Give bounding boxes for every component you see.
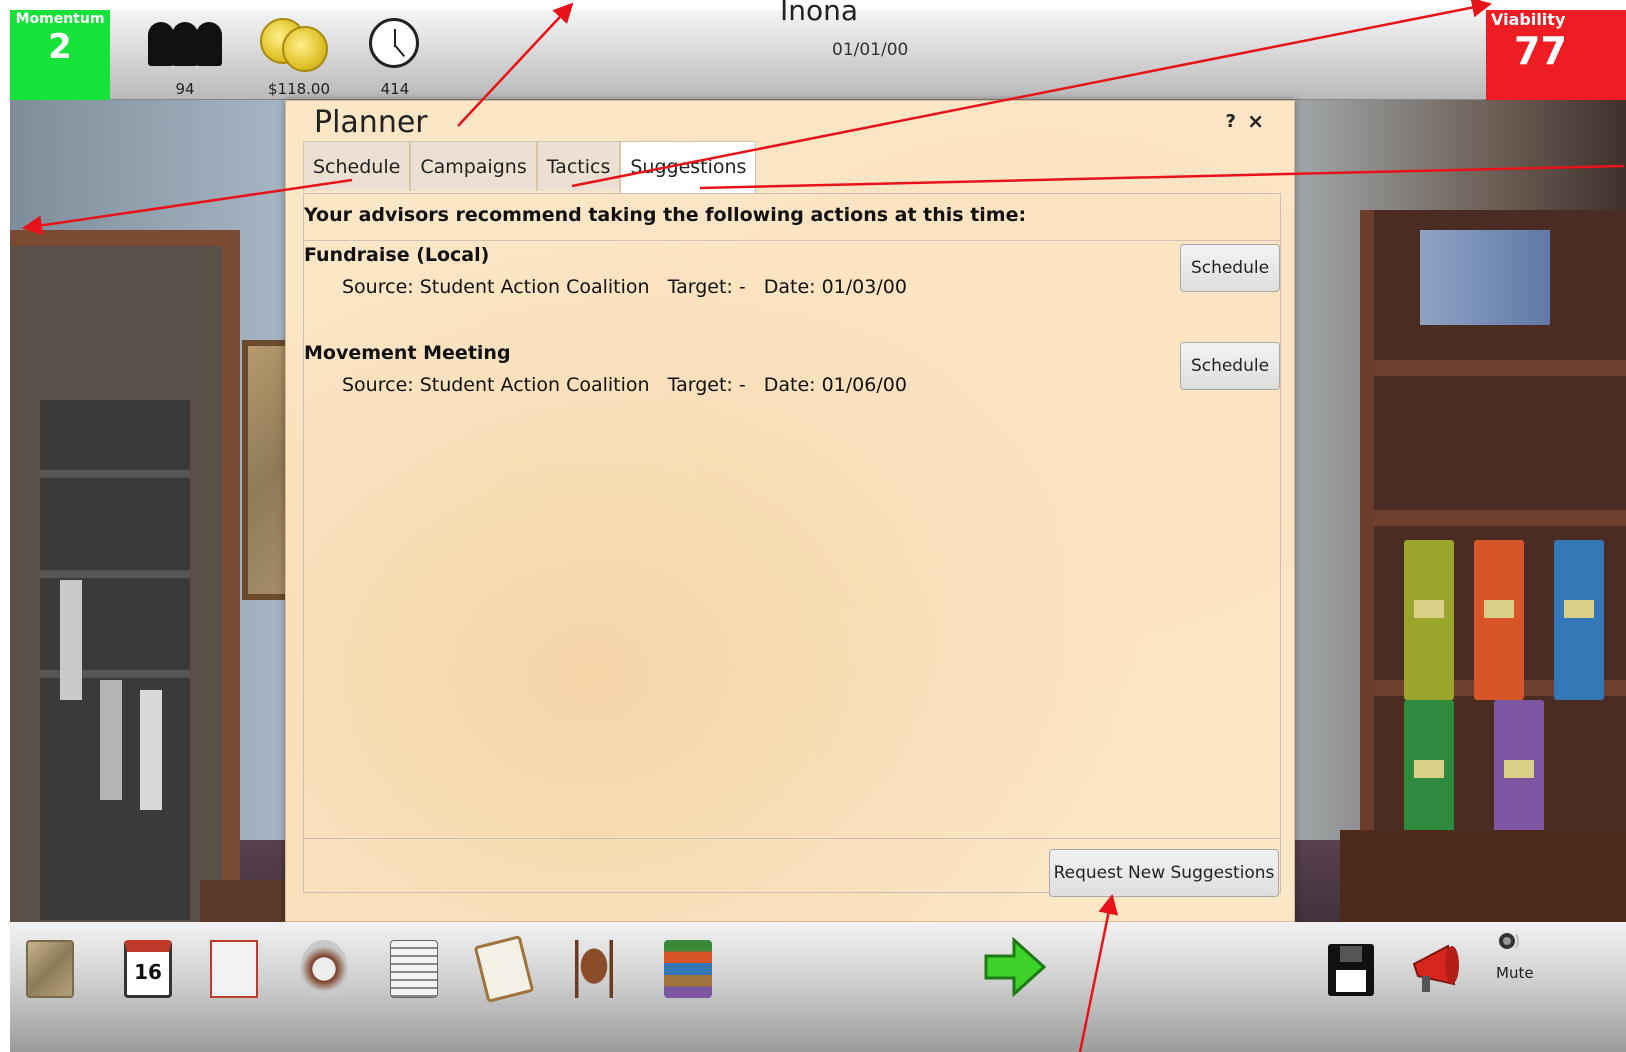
close-icon[interactable]: × [1247, 109, 1264, 133]
clock-icon [369, 18, 419, 68]
map-icon[interactable] [22, 936, 78, 1002]
meeting-table-icon[interactable] [566, 936, 622, 1002]
bottom-toolbar: 16 Mute [10, 922, 1626, 1052]
suggestion-name: Fundraise (Local) [304, 244, 490, 266]
calendar-day: 16 [124, 940, 172, 998]
green-binder[interactable] [1404, 540, 1454, 700]
suggestions-intro: Your advisors recommend taking the follo… [304, 204, 1027, 226]
newspaper-icon[interactable] [386, 936, 442, 1002]
suggestion-date: Date: 01/03/00 [763, 276, 907, 298]
suggestion-source: Source: Student Action Coalition [342, 276, 650, 298]
rolodex-icon[interactable] [296, 936, 352, 1002]
request-new-suggestions-button[interactable]: Request New Suggestions [1049, 849, 1279, 897]
suggestion-target: Target: - [667, 276, 746, 298]
tab-tactics[interactable]: Tactics [536, 141, 621, 191]
schedule-button[interactable]: Schedule [1180, 342, 1280, 390]
divider [303, 838, 1281, 839]
file-box [1420, 230, 1550, 325]
blue-binder[interactable] [1554, 540, 1604, 700]
suggestions-panel: Your advisors recommend taking the follo… [303, 193, 1281, 893]
tab-suggestions[interactable]: Suggestions [620, 141, 757, 193]
viability-box: Viability 77 [1486, 10, 1626, 100]
schedule-button[interactable]: Schedule [1180, 244, 1280, 292]
suggestion-target: Target: - [667, 374, 746, 396]
tab-schedule[interactable]: Schedule [303, 141, 411, 191]
planner-title: Planner [314, 105, 428, 140]
clipboard-icon[interactable] [473, 935, 535, 1003]
game-date: 01/01/00 [832, 40, 909, 60]
top-hud: Momentum 2 94 $118.00 414 Inona 01/01/00… [10, 0, 1626, 100]
planner-icon[interactable] [206, 936, 262, 1002]
suggestion-name: Movement Meeting [304, 342, 511, 364]
help-icon[interactable]: ? [1226, 111, 1236, 132]
suggestion-item: Fundraise (Local) Source: Student Action… [304, 244, 1280, 342]
mute-label[interactable]: Mute [1496, 964, 1534, 982]
tab-campaigns[interactable]: Campaigns [410, 141, 537, 191]
money-amount: $118.00 [267, 80, 331, 98]
suggestion-date: Date: 01/06/00 [763, 374, 907, 396]
calendar-icon[interactable]: 16 [120, 936, 176, 1002]
viability-label: Viability [1491, 10, 1566, 29]
speaker-icon[interactable] [1498, 930, 1520, 952]
suggestion-source: Source: Student Action Coalition [342, 374, 650, 396]
game-title: Inona [780, 0, 859, 27]
planner-window: Planner ? × Schedule Campaigns Tactics S… [285, 100, 1295, 922]
megaphone-icon[interactable] [1408, 940, 1472, 998]
suggestion-details: Source: Student Action Coalition Target:… [342, 374, 919, 396]
time-remaining: 414 [380, 80, 410, 98]
binders-icon[interactable] [660, 936, 716, 1002]
next-turn-arrow-icon[interactable] [984, 936, 1046, 998]
orange-binder[interactable] [1474, 540, 1524, 700]
save-icon[interactable] [1328, 944, 1374, 996]
supporters-count: 94 [175, 80, 195, 98]
momentum-label: Momentum [15, 11, 105, 27]
divider [304, 240, 1280, 241]
momentum-box: Momentum 2 [10, 10, 110, 100]
door-frame [10, 230, 240, 960]
momentum-value: 2 [48, 27, 72, 67]
viability-value: 77 [1514, 29, 1567, 73]
suggestion-item: Movement Meeting Source: Student Action … [304, 342, 1280, 440]
suggestion-details: Source: Student Action Coalition Target:… [342, 276, 919, 298]
planner-tabs: Schedule Campaigns Tactics Suggestions [303, 141, 757, 193]
